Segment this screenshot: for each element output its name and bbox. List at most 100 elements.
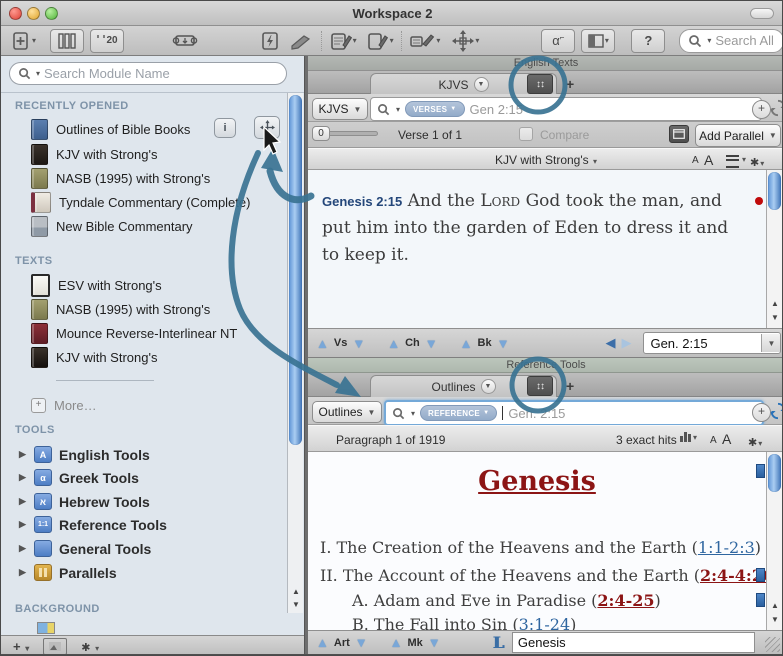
tab-dropdown-icon[interactable]: ▼ [474, 77, 489, 92]
outline-title[interactable]: Genesis [308, 466, 766, 497]
new-tab-button[interactable]: + [566, 76, 574, 92]
search-scope-pill[interactable]: VERSES▼ [405, 101, 465, 117]
sidebar-scrollbar[interactable]: ▲ ▼ [287, 93, 303, 613]
new-tab-button[interactable]: + [566, 378, 574, 394]
bottom-search-field[interactable]: ▾ REFERENCE▼ Gen. 2:15 [384, 400, 764, 426]
instant-details-button[interactable] [260, 30, 280, 52]
user-notes-button[interactable]: ▾ [330, 30, 357, 52]
combo-dropdown-icon[interactable]: ▼ [761, 334, 780, 352]
bookmark-icon[interactable] [756, 568, 765, 582]
goto-reference-combo[interactable]: Gen. 2:15 ▼ [643, 332, 781, 354]
verse-slider-handle[interactable]: 0 [312, 126, 330, 141]
recycle-icon[interactable] [770, 99, 783, 117]
top-module-button[interactable]: KJVS▼ [312, 98, 368, 120]
module-search-field[interactable]: ▾ Search Module Name [9, 62, 287, 85]
language-button[interactable]: α⌐ [541, 29, 575, 53]
sidebar-item-outlines[interactable]: Outlines of Bible Books [1, 117, 285, 141]
sidebar-item-more[interactable]: + More… [1, 393, 285, 417]
sidebar-item-reference-tools[interactable]: ▶ 1:1 Reference Tools [1, 513, 285, 536]
scroll-up-arrow[interactable]: ▲ [769, 600, 781, 612]
tab-dropdown-icon[interactable]: ▼ [481, 379, 496, 394]
recycle-icon-active[interactable] [770, 402, 783, 420]
scroll-down-arrow[interactable]: ▼ [769, 312, 781, 324]
disclosure-triangle-icon[interactable]: ▶ [19, 496, 27, 507]
pane-settings-button[interactable]: ✱▾ [748, 433, 762, 451]
top-scrollbar-thumb[interactable] [768, 172, 781, 210]
decrease-font-button[interactable]: A [692, 155, 699, 166]
amplify-button[interactable] [254, 116, 280, 139]
article-up-button[interactable]: ▲ [316, 635, 329, 650]
display-settings-button[interactable]: ▾ [726, 155, 746, 168]
toolbar-toggle-button[interactable] [750, 8, 774, 19]
scroll-up-arrow[interactable]: ▲ [290, 586, 302, 598]
bookmark-icon[interactable] [756, 464, 765, 478]
lookup-field[interactable]: Genesis [512, 632, 755, 653]
add-search-button[interactable]: + [752, 403, 771, 422]
sidebar-item-tyndale[interactable]: Tyndale Commentary (Complete) [1, 190, 285, 214]
reference-hit[interactable]: 2:4-25 [597, 591, 654, 610]
sidebar-scrollbar-thumb[interactable] [289, 95, 302, 445]
top-search-field[interactable]: ▾ VERSES▼ Gen 2:15 [370, 97, 762, 121]
top-scrollbar[interactable]: ▲ ▼ [766, 170, 783, 328]
mark-down-button[interactable]: ▼ [428, 635, 441, 650]
daily-reading-button[interactable]: 20 [90, 29, 124, 53]
hits-graph-button[interactable]: ▾ [680, 432, 697, 442]
history-forward-button[interactable]: ▶ [621, 335, 631, 351]
search-scope-pill[interactable]: REFERENCE▼ [420, 405, 497, 421]
increase-font-button[interactable]: A [704, 152, 713, 168]
resize-grip[interactable] [765, 637, 780, 652]
scroll-down-arrow[interactable]: ▼ [769, 614, 781, 626]
chapter-down-button[interactable]: ▼ [425, 336, 438, 351]
speak-button[interactable]: ▾ [409, 30, 440, 52]
chapter-up-button[interactable]: ▲ [387, 336, 400, 351]
verse-up-button[interactable]: ▲ [316, 336, 329, 351]
verse-text[interactable]: Genesis 2:15 And the Lord God took the m… [322, 188, 750, 269]
edit-document-button[interactable]: ▾ [367, 30, 394, 52]
highlight-button[interactable] [288, 30, 314, 52]
increase-font-button[interactable]: A [722, 431, 731, 447]
new-document-button[interactable]: ▾ [11, 30, 36, 52]
disclosure-triangle-icon[interactable]: ▶ [19, 472, 27, 483]
search-all-field[interactable]: ▾ Search All [679, 29, 783, 53]
sidebar-item-esv[interactable]: ESV with Strong's [1, 273, 285, 297]
sidebar-item-nasb-texts[interactable]: NASB (1995) with Strong's [1, 297, 285, 321]
info-button[interactable]: i [214, 118, 236, 138]
verse-reference[interactable]: Genesis 2:15 [322, 194, 402, 209]
detach-pane-button[interactable] [669, 125, 689, 143]
scroll-button[interactable] [172, 30, 198, 52]
sidebar-item-english-tools[interactable]: ▶ A English Tools [1, 443, 285, 466]
sidebar-settings-button[interactable]: ✱ ▾ [81, 639, 99, 654]
verse-down-button[interactable]: ▼ [352, 336, 365, 351]
sidebar-item-mounce[interactable]: Mounce Reverse-Interlinear NT [1, 321, 285, 345]
article-down-button[interactable]: ▼ [355, 635, 368, 650]
title-bar[interactable]: Workspace 2 [1, 1, 783, 26]
add-item-button[interactable]: + ▾ [13, 639, 29, 654]
sidebar-item-greek-tools[interactable]: ▶ α Greek Tools [1, 466, 285, 489]
sidebar-item-kjv-texts[interactable]: KJV with Strong's [1, 345, 285, 369]
sidebar-item-general-tools[interactable]: ▶ General Tools [1, 537, 285, 560]
mark-up-button[interactable]: ▲ [390, 635, 403, 650]
sidebar-item-nasb[interactable]: NASB (1995) with Strong's [1, 166, 285, 190]
bookmark-icon[interactable] [756, 593, 765, 607]
sidebar-item-hebrew-tools[interactable]: ▶ א Hebrew Tools [1, 490, 285, 513]
scroll-down-arrow[interactable]: ▼ [290, 599, 302, 611]
add-parallel-button[interactable]: Add Parallel▼ [695, 124, 781, 147]
scroll-up-arrow[interactable]: ▲ [769, 298, 781, 310]
add-search-button[interactable]: + [752, 100, 771, 119]
sidebar-item-kjv-strongs[interactable]: KJV with Strong's [1, 142, 285, 166]
bottom-module-button[interactable]: Outlines▼ [312, 401, 382, 423]
tie-panes-icon[interactable]: ↕↕ [527, 74, 553, 94]
disclosure-triangle-icon[interactable]: ▶ [19, 567, 27, 578]
pane-settings-button[interactable]: ✱▾ [750, 153, 764, 171]
amplify-toolbar-button[interactable]: ▾ [452, 30, 479, 52]
background-item-icon[interactable] [37, 622, 55, 634]
compare-checkbox[interactable] [519, 127, 533, 141]
arrange-panes-button[interactable]: ▾ [581, 29, 615, 53]
tie-panes-icon[interactable]: ↕↕ [527, 376, 553, 396]
book-down-button[interactable]: ▼ [497, 336, 510, 351]
library-button[interactable] [50, 29, 84, 53]
bottom-scrollbar-thumb[interactable] [768, 454, 781, 492]
background-image-button[interactable] [43, 638, 67, 655]
sidebar-item-new-bible-commentary[interactable]: New Bible Commentary [1, 214, 285, 238]
decrease-font-button[interactable]: A [710, 435, 717, 446]
